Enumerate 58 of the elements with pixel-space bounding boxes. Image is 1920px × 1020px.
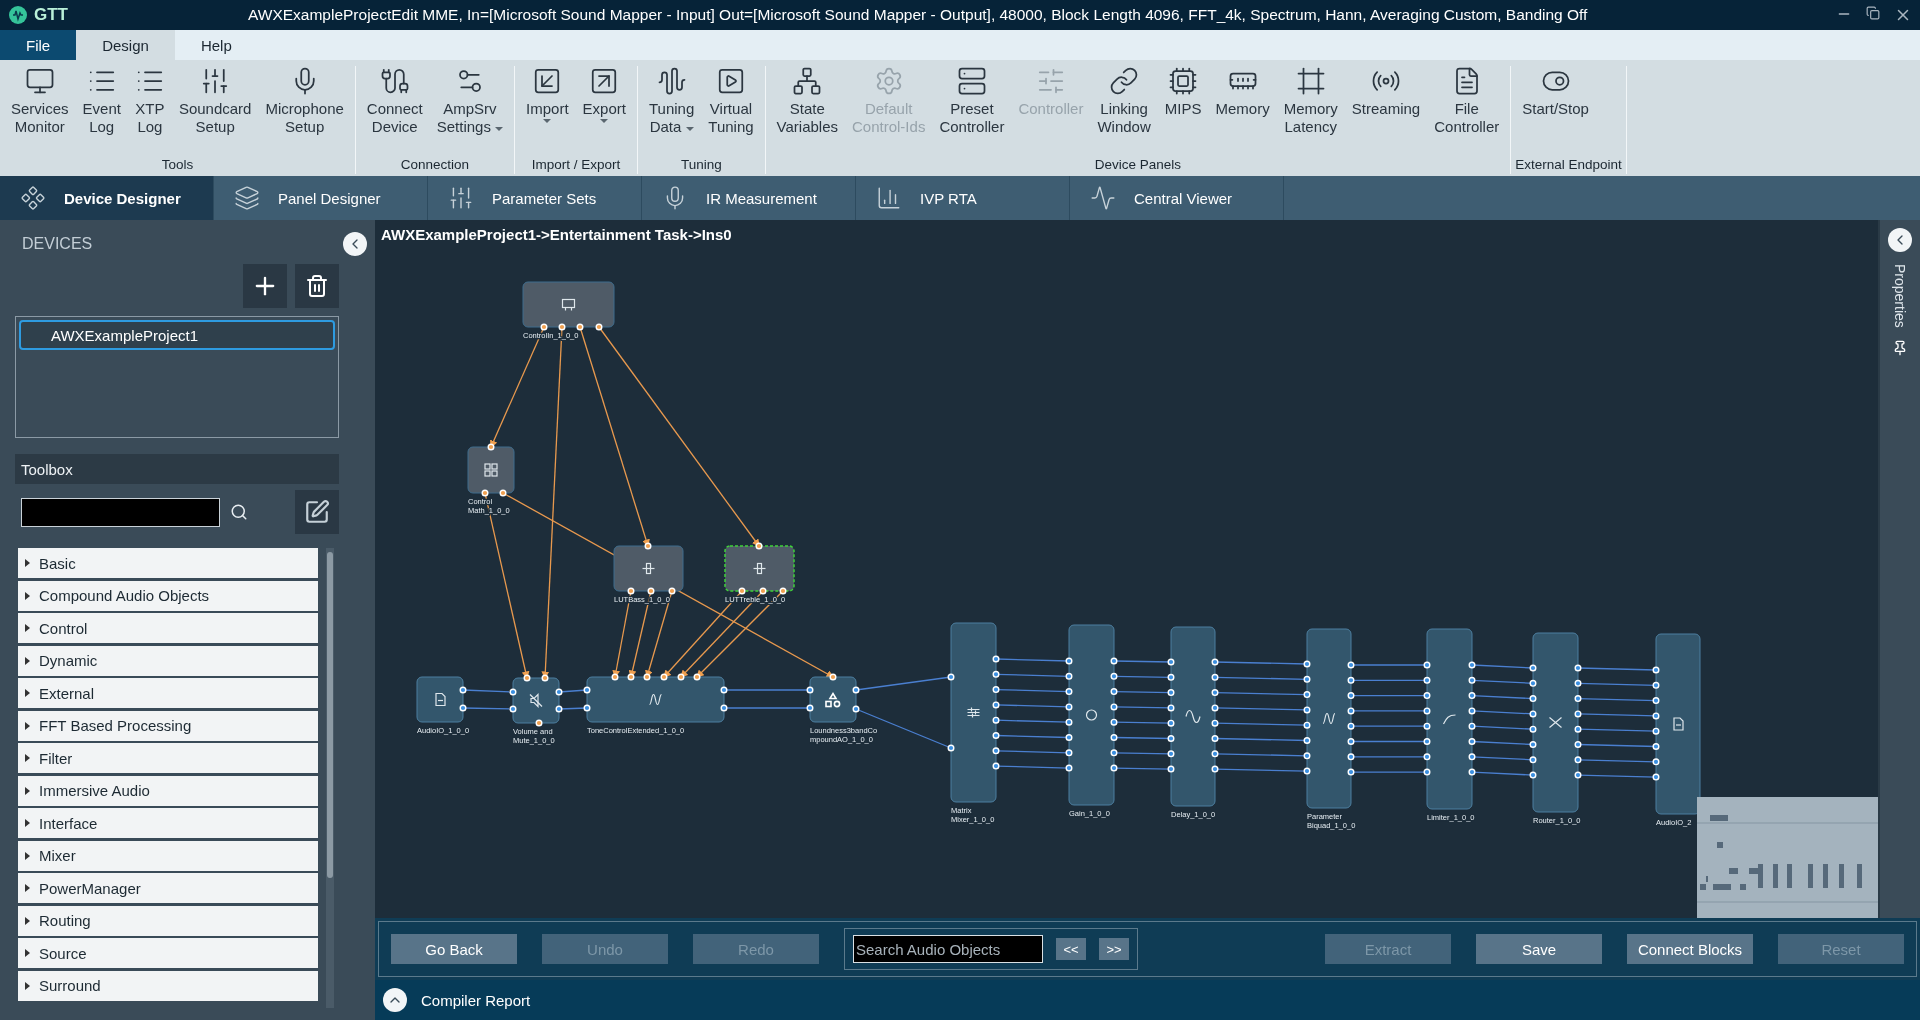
ribbon-button[interactable]: XTP Log [127, 66, 172, 157]
ribbon-button[interactable]: File Controller [1427, 66, 1507, 157]
ribbon-button[interactable]: Export [575, 66, 633, 157]
toolbox-category[interactable]: Control [18, 613, 318, 643]
toolbox-category[interactable]: Mixer [18, 840, 318, 871]
ribbon-button[interactable]: Preset Controller [932, 66, 1012, 157]
ribbon-button[interactable]: AmpSrv Settings [429, 66, 511, 157]
toolbox-category[interactable]: Source [18, 938, 318, 968]
menu-tab[interactable]: Help [174, 30, 258, 60]
toolbox-category[interactable]: Dynamic [18, 645, 318, 676]
ribbon-button[interactable]: Start/Stop [1515, 66, 1596, 157]
toolbox-category[interactable]: PowerManager [18, 873, 318, 903]
nav-button[interactable]: >> [1099, 938, 1129, 960]
toolbar-button[interactable]: Go Back [391, 934, 517, 964]
toolbox-category[interactable]: External [18, 678, 318, 708]
device-item[interactable]: AWXExampleProject1 [19, 320, 335, 350]
ribbon-button[interactable]: MIPS [1157, 66, 1209, 157]
ribbon-button[interactable]: Memory [1208, 66, 1277, 157]
ribbon-button[interactable]: Microphone Setup [258, 66, 351, 157]
window-title: AWXExampleProjectEdit MME, In=[Microsoft Sound Mapper - Input] Out=[Microsoft Sound Mapper - Output], 48000, Block Length 4096, FFT_4k, Spectrum, Hann, Averaging Custom, Banding Off [248, 6, 1589, 24]
ribbon-button[interactable]: Event Log [75, 66, 128, 157]
properties-tab[interactable]: Properties [1892, 264, 1908, 328]
ribbon-group-label: Tuning [679, 157, 723, 174]
app-name: GTT [34, 5, 68, 25]
search-field[interactable]: Search Audio Objects [853, 935, 1043, 963]
ribbon-button[interactable]: Tuning Data [641, 66, 702, 157]
ribbon-button[interactable]: Connect Device [359, 66, 430, 157]
ribbon-button[interactable]: Virtual Tuning [701, 66, 761, 157]
menu-tab[interactable]: File [0, 30, 77, 60]
compiler-report-label[interactable]: Compiler Report [421, 991, 531, 1009]
ribbon-button[interactable]: Memory Latency [1276, 66, 1345, 157]
toolbar-button[interactable]: Save [1476, 934, 1602, 964]
toolbar-button[interactable]: Connect Blocks [1627, 934, 1753, 964]
ribbon-button[interactable]: Soundcard Setup [171, 66, 259, 157]
toolbox-category[interactable]: Routing [18, 905, 318, 936]
ribbon-button[interactable]: Linking Window [1090, 66, 1158, 157]
ribbon-button[interactable]: Services Monitor [4, 66, 76, 157]
toolbox-category[interactable]: Basic [18, 548, 318, 578]
toolbox-category[interactable]: Surround [18, 970, 318, 1001]
ribbon-button[interactable]: State Variables [769, 66, 845, 157]
designer-tab[interactable]: Device Designer [0, 176, 214, 220]
toolbox-category[interactable]: Immersive Audio [18, 775, 318, 806]
panel-title: DEVICES [22, 235, 93, 253]
nav-button[interactable]: << [1056, 938, 1086, 960]
ribbon-group-label: External Endpoint [1515, 157, 1622, 174]
toolbox-category[interactable]: Interface [18, 808, 318, 838]
toolbox-header: Toolbox [15, 454, 339, 484]
ribbon-group-label: Device Panels [1093, 157, 1183, 174]
ribbon-group-label: Tools [160, 157, 195, 174]
menu-tab[interactable]: Design [76, 30, 175, 60]
breadcrumb: AWXExampleProject1->Entertainment Task->Ins0 [381, 226, 732, 243]
toolbox-category[interactable]: Filter [18, 743, 318, 773]
ribbon-group-label: Import / Export [530, 157, 622, 174]
toolbox-category[interactable]: FFT Based Processing [18, 710, 318, 741]
toolbox-category[interactable]: Compound Audio Objects [18, 580, 318, 611]
ribbon-group-label: Connection [399, 157, 471, 174]
ribbon-button[interactable]: Import [519, 66, 576, 157]
ribbon-button[interactable]: Streaming [1344, 66, 1428, 157]
